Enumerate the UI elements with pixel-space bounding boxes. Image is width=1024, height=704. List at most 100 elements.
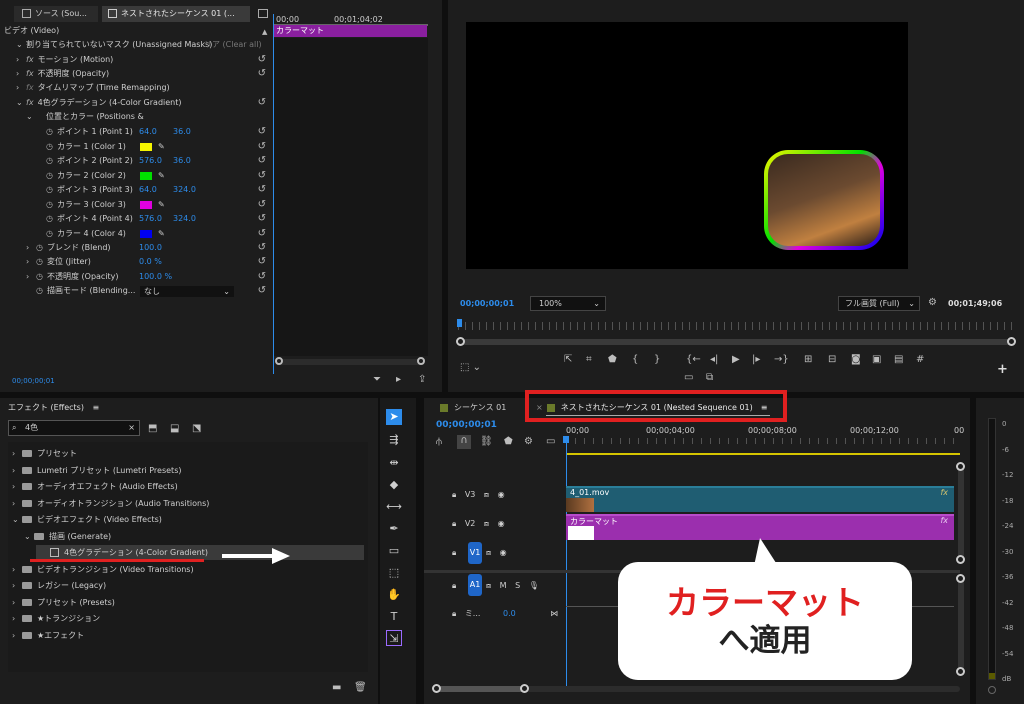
lift-icon[interactable]: ⌗ — [586, 354, 592, 365]
timeline-playhead[interactable] — [566, 438, 567, 688]
sync-icon[interactable]: ⧈ — [486, 548, 491, 557]
timeline-ruler[interactable]: 00;00 00;00;04;00 00;00;08;00 00;00;12;0… — [566, 426, 964, 446]
effects-folder[interactable]: › ★エフェクト — [12, 628, 364, 643]
eye-icon[interactable]: ◉ — [498, 519, 505, 528]
program-ruler[interactable] — [458, 322, 1014, 330]
reset-icon[interactable]: ↺ — [258, 212, 266, 226]
lock-icon[interactable]: 🔒︎ — [452, 490, 456, 499]
new-folder-icon[interactable]: ▬ — [332, 682, 341, 693]
video-tracks-scrollbar[interactable] — [956, 462, 965, 564]
accelerated-effects-icon[interactable]: ⬒ — [148, 423, 157, 434]
mark-out-icon[interactable]: } — [654, 354, 660, 365]
stopwatch-icon[interactable]: ◷ — [46, 171, 53, 180]
effects-folder[interactable]: › プリセット (Presets) — [12, 595, 364, 610]
stopwatch-icon[interactable]: ◷ — [36, 257, 43, 266]
reset-icon[interactable]: ↺ — [258, 169, 266, 183]
reset-icon[interactable]: ↺ — [258, 255, 266, 269]
param-color[interactable]: ◷ カラー 1 (Color 1) ✎ ↺ — [26, 140, 272, 154]
step-forward-icon[interactable]: |▸ — [752, 354, 760, 365]
color-swatch[interactable] — [140, 142, 152, 151]
collapse-up-icon[interactable]: ▲ — [262, 28, 267, 36]
clip-v3[interactable]: 4_01.mov fx — [566, 486, 954, 512]
reset-icon[interactable]: ↺ — [258, 198, 266, 212]
camera-icon[interactable]: ◙ — [851, 354, 861, 365]
timeline-zoom-scrollbar[interactable] — [432, 684, 960, 693]
timeline-settings-icon[interactable]: ⚙ — [524, 436, 533, 447]
stopwatch-icon[interactable]: ◷ — [46, 127, 53, 136]
point-x-value[interactable]: 64.0 — [139, 183, 157, 197]
play-icon[interactable]: ▶ — [732, 354, 740, 365]
reset-icon[interactable]: ↺ — [258, 154, 266, 168]
eyedropper-icon[interactable]: ✎ — [158, 198, 165, 212]
mark-in-export-icon[interactable]: ⇱ — [564, 354, 572, 365]
lock-icon[interactable]: 🔒︎ — [452, 581, 456, 590]
linked-selection-icon[interactable]: ⛓ — [480, 436, 493, 447]
32bit-effects-icon[interactable]: ⬓ — [170, 423, 179, 434]
param-color[interactable]: ◷ カラー 2 (Color 2) ✎ ↺ — [26, 169, 272, 183]
sync-icon[interactable]: ⧈ — [486, 581, 491, 590]
param-color[interactable]: ◷ カラー 4 (Color 4) ✎ ↺ — [26, 227, 272, 241]
tab-sequence-01[interactable]: シーケンス 01 — [440, 402, 506, 413]
lock-icon[interactable]: 🔒︎ — [452, 519, 456, 528]
point-y-value[interactable]: 324.0 — [173, 212, 196, 226]
sync-icon[interactable]: ⧈ — [484, 519, 489, 528]
color-swatch[interactable] — [140, 200, 152, 209]
lock-icon[interactable]: 🔒︎ — [452, 609, 456, 618]
mark-in-icon[interactable]: { — [632, 354, 638, 365]
point-y-value[interactable]: 36.0 — [173, 125, 191, 139]
point-y-value[interactable]: 36.0 — [173, 154, 191, 168]
blend-mode-select[interactable]: なし ⌄ — [140, 286, 234, 297]
safe-margins-icon[interactable]: ▤ — [894, 354, 903, 365]
effects-folder[interactable]: › レガシー (Legacy) — [12, 578, 364, 593]
eyedropper-icon[interactable]: ✎ — [158, 227, 165, 241]
microphone-icon[interactable]: 🎙︎ — [529, 581, 539, 590]
reset-icon[interactable]: ↺ — [258, 270, 266, 284]
menu-icon[interactable]: ≡ — [93, 403, 100, 412]
reset-icon[interactable]: ↺ — [258, 125, 266, 139]
stopwatch-icon[interactable]: ◷ — [46, 200, 53, 209]
go-to-in-icon[interactable]: {← — [686, 354, 701, 365]
stopwatch-icon[interactable]: ◷ — [36, 243, 43, 252]
stopwatch-icon[interactable]: ◷ — [46, 229, 53, 238]
effects-folder[interactable]: › ★トランジション — [12, 611, 364, 626]
param-jitter[interactable]: › ◷ 変位 (Jitter) 0.0 % ↺ — [26, 255, 272, 269]
effects-folder[interactable]: ⌄ ビデオエフェクト (Video Effects) — [12, 512, 364, 527]
grid-icon[interactable]: # — [916, 354, 924, 365]
param-point[interactable]: ◷ ポイント 2 (Point 2) 576.0 36.0 ↺ — [26, 154, 272, 168]
sync-icon[interactable]: ⧈ — [484, 490, 489, 499]
color-swatch[interactable] — [140, 229, 152, 238]
wrench-icon[interactable]: ⚙ — [928, 297, 937, 308]
filter-icon[interactable]: ⏷ — [373, 374, 381, 385]
tab-effect-controls[interactable]: ネストされたシーケンス 01 (... — [102, 6, 250, 22]
mini-clip-bar[interactable]: カラーマット — [274, 25, 427, 37]
crop-tool-icon[interactable]: ⬚ — [386, 565, 402, 581]
playhead-handle[interactable] — [563, 436, 569, 443]
reset-icon[interactable]: ↺ — [258, 284, 266, 298]
stopwatch-icon[interactable]: ◷ — [46, 156, 53, 165]
lock-icon[interactable]: 🔒︎ — [452, 548, 456, 557]
meter-solo-button[interactable] — [988, 686, 996, 694]
vr-icon[interactable]: ⧉ — [706, 372, 713, 383]
track-select-tool-icon[interactable]: ⇶ — [386, 432, 402, 448]
program-scrollbar[interactable] — [456, 337, 1016, 346]
effects-search-input[interactable]: ⌕ 4色 × — [8, 420, 140, 436]
razor-tool-icon[interactable]: ◆ — [386, 477, 402, 493]
param-opacity[interactable]: › ◷ 不透明度 (Opacity) 100.0 % ↺ — [26, 270, 272, 284]
effects-folder[interactable]: › Lumetri プリセット (Lumetri Presets) — [12, 463, 364, 478]
point-x-value[interactable]: 64.0 — [139, 125, 157, 139]
tab-source[interactable]: ソース (Sou... — [14, 6, 98, 22]
effects-folder[interactable]: › オーディオトランジション (Audio Transitions) — [12, 496, 364, 511]
selection-zoom-icon[interactable]: ⬚ ⌄ — [460, 362, 481, 373]
add-marker-icon[interactable]: ⬟ — [504, 436, 513, 447]
param-point[interactable]: ◷ ポイント 4 (Point 4) 576.0 324.0 ↺ — [26, 212, 272, 226]
param-point[interactable]: ◷ ポイント 3 (Point 3) 64.0 324.0 ↺ — [26, 183, 272, 197]
overwrite-icon[interactable]: ⊟ — [828, 354, 836, 365]
color-swatch[interactable] — [140, 171, 152, 180]
effect-motion[interactable]: › fx モーション (Motion) ↺ — [16, 53, 272, 67]
effects-folder[interactable]: › オーディオエフェクト (Audio Effects) — [12, 479, 364, 494]
zoom-tool-icon[interactable]: ⇲ — [386, 630, 402, 646]
mini-scrollbar[interactable] — [275, 357, 425, 365]
reset-icon[interactable]: ↺ — [258, 67, 266, 81]
pen-tool-icon[interactable]: ✒ — [386, 521, 402, 537]
stopwatch-icon[interactable]: ◷ — [46, 185, 53, 194]
